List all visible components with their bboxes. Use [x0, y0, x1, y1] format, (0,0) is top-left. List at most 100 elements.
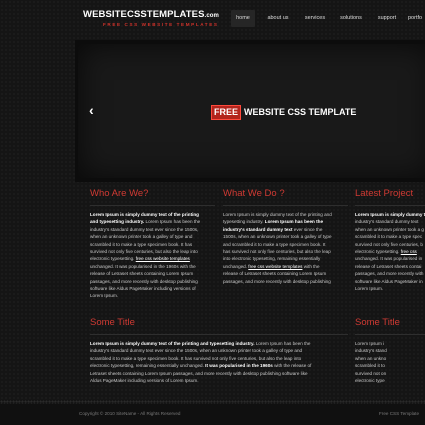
inline-link[interactable]: free css website templates [248, 264, 302, 269]
text-run: when an unknown printer took a galley of… [90, 234, 193, 240]
text-run: survived not only five centuries, b [355, 241, 423, 247]
column-title: What We Do ? [223, 188, 285, 199]
text-run: Lorem Ipsum i [355, 341, 385, 346]
section-side-some-title: Some Title Lorem Ipsum i industry's stand… [355, 316, 425, 384]
header: WEBSITECSSTEMPLATES.com FREE CSS WEBSITE… [0, 0, 425, 40]
bold-text: It was popularised in the 1960s [205, 363, 273, 369]
text-run: passages, and more recently with [355, 271, 424, 277]
text-line: industry's standard dummy text ever sinc… [90, 226, 215, 233]
text-line: scrambled it to [355, 362, 425, 369]
nav-item-home[interactable]: home [231, 10, 255, 27]
text-line: release of Letraset sheets containing Lo… [90, 270, 215, 277]
text-line: release of Letraset sheets containing Lo… [223, 270, 348, 277]
text-line: release of Letraset sheets contai [355, 263, 425, 270]
text-run: scrambled it to [355, 363, 385, 369]
text-line: Lorem Ipsum i [355, 340, 425, 347]
divider [355, 205, 425, 206]
text-run: has survived not only five centuries, bu… [223, 249, 331, 255]
text-run: scrambled it to make a type spec [355, 234, 423, 240]
text-line: Lorem Ipsum. [355, 285, 425, 292]
text-run: with the release of [272, 363, 312, 369]
text-line: Lorem Ipsum. [90, 292, 215, 299]
section-text: Lorem Ipsum i industry's stand when an unk… [355, 340, 425, 384]
nav-item-solutions[interactable]: solutions [337, 10, 365, 27]
text-run: electronic typesetting. [90, 256, 136, 262]
logo-tagline: FREE CSS WEBSITE TEMPLATES [103, 22, 219, 27]
text-run: survived not on [355, 370, 387, 376]
text-line: Lorem Ipsum is simply dummy text of the … [223, 211, 348, 218]
text-run: software like Aldus PageMaker including … [90, 286, 196, 292]
text-run: Lorem Ipsum has been the [144, 219, 201, 225]
text-line: survived not on [355, 370, 425, 377]
text-line: unchanged. It was popularised in [355, 255, 425, 262]
text-run: electronic type [355, 378, 385, 384]
bold-text: Lorem Ipsum is simply dummy te [355, 212, 425, 217]
text-run: unchanged. It was popularised in the 196… [90, 263, 196, 269]
text-line: electronic type [355, 377, 425, 384]
footer [0, 404, 425, 425]
text-line: software like Aldus PageMaker including … [90, 285, 215, 292]
text-line: has survived not only five centuries, bu… [223, 248, 348, 255]
text-line: and typesetting industry. Lorem Ipsum ha… [90, 218, 215, 225]
text-line: passages, and more recently with desktop… [90, 278, 215, 285]
text-line: scrambled it to make a type spec [355, 233, 425, 240]
nav-item-services[interactable]: services [301, 10, 329, 27]
text-line: passages, and more recently with [355, 270, 425, 277]
text-run: Lorem Ipsum is simply dummy text of the … [223, 212, 332, 217]
text-run: 1500s, when an unknown printer took a ga… [223, 234, 332, 240]
divider [355, 334, 425, 335]
text-line: and scrambled it to make a type specimen… [223, 241, 348, 248]
text-line: industry's standard dummy text ever sinc… [223, 226, 348, 233]
column-text: Lorem Ipsum is simply dummy text of the … [223, 211, 348, 285]
text-run: release of Letraset sheets contai [355, 263, 422, 269]
column-title: Latest Project [355, 188, 414, 199]
slide-caption: FREE WEBSITE CSS TEMPLATE [211, 102, 356, 120]
bold-text: and typesetting industry. [90, 219, 145, 225]
text-run: industry's standard dummy text ever sinc… [90, 226, 199, 232]
text-line: electronic typesetting. free css [355, 248, 425, 255]
nav-item-portfolio[interactable]: portfo [408, 10, 425, 27]
text-run: scrambled it to make a type specimen boo… [90, 241, 193, 247]
logo-text: WEBSITECSSTEMPLATES.com [83, 9, 219, 20]
text-line: when an unknown printer took a galley of… [90, 233, 215, 240]
inline-link[interactable]: free css website templates [136, 256, 190, 261]
text-run: industry's stand [355, 348, 387, 354]
text-line: unchanged. free css website templates wi… [223, 263, 348, 270]
text-line: industry's stand [355, 347, 425, 354]
nav-item-about-us[interactable]: about us [263, 10, 293, 27]
text-run: typesetting industry. [223, 219, 265, 225]
text-run: when an unknown printer took a g [355, 226, 424, 232]
column-who-are-we: Who Are We? Lorem Ipsum is simply dummy … [90, 187, 215, 300]
text-run: industry's standard dummy text [355, 219, 419, 225]
divider [90, 334, 348, 335]
text-line: into electronic typesetting, remaining e… [223, 255, 348, 262]
footer-credit-link[interactable]: Free CSS Template [379, 411, 419, 416]
slide-title: WEBSITE CSS TEMPLATE [244, 107, 357, 117]
text-run: with the [302, 263, 320, 269]
section-title: Some Title [355, 317, 400, 328]
site-logo[interactable]: WEBSITECSSTEMPLATES.com FREE CSS WEBSITE… [83, 9, 219, 28]
footer-copyright: Copyright © 2010 SiteName - All Rights R… [79, 411, 181, 416]
text-run: electronic typesetting. [355, 249, 401, 255]
bold-text: Lorem Ipsum has been the [264, 219, 323, 225]
bold-text: Lorem Ipsum is simply dummy text of the … [90, 341, 255, 346]
text-run: Lorem Ipsum. [90, 293, 119, 299]
inline-link[interactable]: free css [401, 249, 417, 254]
column-title: Who Are We? [90, 188, 149, 199]
text-line: survived not only five centuries, but al… [90, 248, 215, 255]
text-line: passages, and more recently with desktop… [223, 278, 348, 285]
nav-item-support[interactable]: support [374, 10, 400, 27]
text-line: when an unkno [355, 355, 425, 362]
column-text: Lorem Ipsum is simply dummy te industry's… [355, 211, 425, 292]
text-line: typesetting industry. Lorem Ipsum has be… [223, 218, 348, 225]
text-run: into electronic typesetting, remaining e… [223, 256, 321, 262]
text-line: unchanged. It was popularised in the 196… [90, 263, 215, 270]
text-line: when an unknown printer took a g [355, 226, 425, 233]
text-run: Aldus PageMaker including versions of Lo… [90, 378, 199, 384]
text-line: Lorem Ipsum is simply dummy text of the … [90, 211, 215, 218]
text-run: electronic typesetting, remaining essent… [90, 363, 206, 369]
text-run: Letraset sheets containing Lorem Ipsum p… [90, 370, 308, 376]
text-run: release of Letraset sheets containing Lo… [223, 271, 327, 277]
text-line: Lorem Ipsum is simply dummy te [355, 211, 425, 218]
slider-prev-arrow-icon[interactable]: ‹ [89, 103, 94, 117]
